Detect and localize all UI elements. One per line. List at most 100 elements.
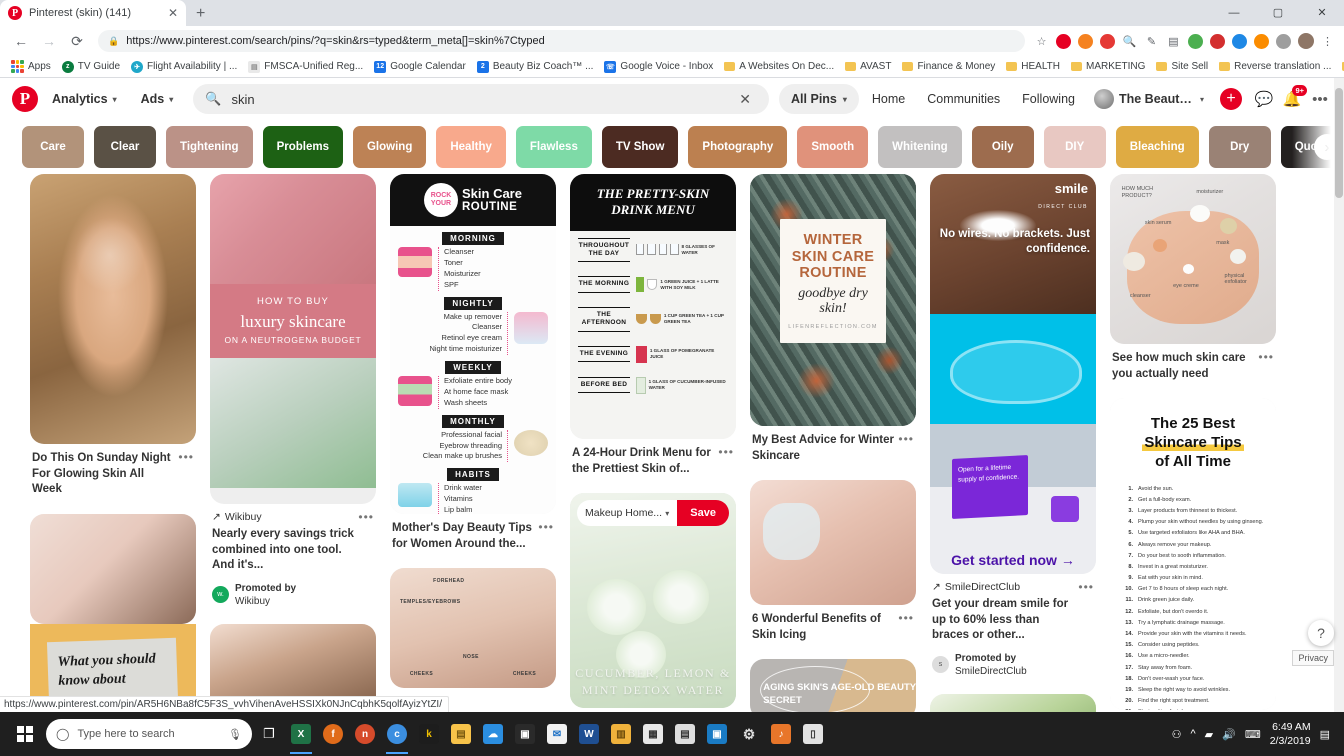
- nav-ads[interactable]: Ads ▾: [131, 85, 184, 113]
- close-window-button[interactable]: ✕: [1300, 0, 1344, 26]
- filter-chip-diy[interactable]: DIY: [1043, 126, 1106, 168]
- maximize-button[interactable]: ▢: [1256, 0, 1300, 26]
- taskbar-app-notes[interactable]: ▥: [606, 714, 636, 754]
- bookmark-tv-guide[interactable]: z TV Guide: [57, 59, 125, 75]
- clear-search-icon[interactable]: ✕: [733, 91, 757, 108]
- pin-options-icon[interactable]: •••: [538, 520, 554, 534]
- pin-options-icon[interactable]: •••: [178, 450, 194, 464]
- bookmark-folder-avast[interactable]: AVAST: [840, 59, 896, 74]
- task-view-button[interactable]: ❐: [254, 714, 284, 754]
- start-button[interactable]: [6, 714, 44, 754]
- notifications-icon[interactable]: 🔔 9+: [1280, 85, 1307, 111]
- keyboard-icon[interactable]: ⌨: [1245, 728, 1261, 741]
- pin-options-icon[interactable]: •••: [898, 611, 914, 625]
- wifi-icon[interactable]: ▰: [1205, 728, 1213, 741]
- pin-image[interactable]: [930, 693, 1096, 712]
- bookmark-folder-reverse-translation[interactable]: Reverse translation ...: [1214, 59, 1336, 74]
- profile-avatar-icon[interactable]: [1297, 33, 1314, 50]
- nav-following[interactable]: Following: [1013, 85, 1084, 113]
- minimize-button[interactable]: —: [1212, 0, 1256, 26]
- filter-chip-flawless[interactable]: Flawless: [515, 126, 592, 168]
- bookmark-folder-site-sell[interactable]: Site Sell: [1151, 59, 1213, 74]
- pin-source[interactable]: ↗ SmileDirectClub: [932, 581, 1094, 593]
- note-extension-icon[interactable]: ▤: [1165, 33, 1182, 50]
- save-button[interactable]: Save: [677, 500, 729, 527]
- pin-image[interactable]: HOW MUCH PRODUCT? moisturizer skin serum…: [1110, 174, 1276, 344]
- blue-extension-icon[interactable]: [1231, 33, 1248, 50]
- pin-image[interactable]: [30, 513, 196, 624]
- pin-card[interactable]: THE PRETTY-SKIN DRINK MENU THROUGHOUT TH…: [570, 174, 736, 477]
- privacy-label[interactable]: Privacy: [1292, 650, 1334, 666]
- pin-card[interactable]: [930, 693, 1096, 712]
- browser-tab[interactable]: P Pinterest (skin) (141) ✕: [0, 0, 186, 26]
- bookmark-google-voice[interactable]: ☏ Google Voice - Inbox: [599, 59, 718, 75]
- filter-chip-clear[interactable]: Clear: [94, 126, 156, 168]
- filter-chip-dry[interactable]: Dry: [1208, 126, 1271, 168]
- pin-options-icon[interactable]: •••: [1078, 580, 1094, 594]
- bookmark-folder-health[interactable]: HEALTH: [1001, 59, 1065, 74]
- taskbar-app-chrome[interactable]: c: [382, 714, 412, 754]
- nav-analytics[interactable]: Analytics ▾: [42, 85, 127, 113]
- pin-card[interactable]: HOW MUCH PRODUCT? moisturizer skin serum…: [1110, 174, 1276, 382]
- nav-communities[interactable]: Communities: [918, 85, 1009, 113]
- shield-extension-icon[interactable]: [1077, 33, 1094, 50]
- taskbar-app-photos[interactable]: ▣: [510, 714, 540, 754]
- tab-close-icon[interactable]: ✕: [168, 7, 178, 19]
- notification-center-icon[interactable]: ▤: [1320, 728, 1330, 741]
- promoted-by-row[interactable]: s Promoted by SmileDirectClub: [932, 652, 1094, 678]
- pen-extension-icon[interactable]: ✎: [1143, 33, 1160, 50]
- filter-chip-healthy[interactable]: Healthy: [436, 126, 506, 168]
- account-menu[interactable]: The Beauty ... ▾: [1088, 84, 1210, 114]
- search-bar[interactable]: 🔍 skin ✕: [193, 84, 770, 114]
- filter-chip-glowing[interactable]: Glowing: [352, 126, 427, 168]
- pin-card[interactable]: The 25 Best Skincare Tips of All Time 1.…: [1110, 398, 1276, 711]
- pin-options-icon[interactable]: •••: [898, 432, 914, 446]
- taskbar-search-box[interactable]: ◯ Type here to search 🎙: [46, 719, 252, 749]
- bookmark-beauty-biz-coach[interactable]: 2 Beauty Biz Coach™ ...: [472, 59, 599, 75]
- all-pins-dropdown[interactable]: All Pins ▾: [779, 84, 859, 114]
- pin-image[interactable]: WINTER SKIN CARE ROUTINE goodbye dry ski…: [750, 174, 916, 426]
- filter-chip-care[interactable]: Care: [22, 126, 84, 168]
- people-icon[interactable]: ⚇: [1172, 728, 1182, 741]
- page-scrollbar[interactable]: [1334, 78, 1344, 712]
- block-extension-icon[interactable]: [1099, 33, 1116, 50]
- pin-options-icon[interactable]: •••: [718, 445, 734, 459]
- messages-icon[interactable]: 💬: [1252, 87, 1276, 111]
- taskbar-clock[interactable]: 6:49 AM 2/3/2019: [1270, 720, 1311, 748]
- filter-chip-tv-show[interactable]: TV Show: [601, 126, 679, 168]
- pin-image[interactable]: FOREHEAD TEMPLES/EYEBROWS NOSE CHEEKS CH…: [390, 568, 556, 689]
- bookmark-folder-finance[interactable]: Finance & Money: [897, 59, 1000, 74]
- taskbar-app-calculator[interactable]: ▦: [638, 714, 668, 754]
- search-input[interactable]: skin: [231, 92, 723, 107]
- pin-card[interactable]: AGING SKIN'S AGE-OLD BEAUTY SECRET: [750, 659, 916, 712]
- taskbar-app-nitro[interactable]: n: [350, 714, 380, 754]
- bookmark-folder-websites[interactable]: A Websites On Dec...: [719, 59, 839, 74]
- taskbar-app-file-explorer[interactable]: ▤: [446, 714, 476, 754]
- filter-chip-photography[interactable]: Photography: [688, 126, 788, 168]
- pin-card[interactable]: [30, 513, 196, 624]
- pin-card[interactable]: WINTER SKIN CARE ROUTINE goodbye dry ski…: [750, 174, 916, 464]
- filter-chip-oily[interactable]: Oily: [971, 126, 1034, 168]
- pin-image[interactable]: For Clear Skin CUCUMBER, LEMON & MINT DE…: [570, 493, 736, 709]
- pin-card[interactable]: FOREHEAD TEMPLES/EYEBROWS NOSE CHEEKS CH…: [390, 568, 556, 689]
- taskbar-app-onedrive[interactable]: ☁: [478, 714, 508, 754]
- taskbar-app-phone[interactable]: ▯: [798, 714, 828, 754]
- save-pin-controls[interactable]: Makeup Home... ▾ Save: [577, 500, 729, 527]
- star-icon[interactable]: ☆: [1033, 33, 1050, 50]
- microphone-icon[interactable]: 🎙: [228, 728, 242, 741]
- bookmark-folder-marketing[interactable]: MARKETING: [1066, 59, 1150, 74]
- back-button[interactable]: ←: [8, 28, 34, 54]
- filter-chip-smooth[interactable]: Smooth: [797, 126, 869, 168]
- chrome-menu-icon[interactable]: ⋮: [1319, 33, 1336, 50]
- promoted-by-row[interactable]: w. Promoted by Wikibuy: [212, 582, 374, 608]
- tray-overflow-chevron-icon[interactable]: ^: [1190, 728, 1195, 740]
- search-extension-icon[interactable]: 🔍: [1121, 33, 1138, 50]
- pinterest-extension-icon[interactable]: [1055, 33, 1072, 50]
- taskbar-app-excel[interactable]: X: [286, 714, 316, 754]
- pin-source[interactable]: ↗ Wikibuy: [212, 511, 374, 523]
- nav-home[interactable]: Home: [863, 85, 914, 113]
- green-extension-icon[interactable]: [1187, 33, 1204, 50]
- pin-image[interactable]: THE PRETTY-SKIN DRINK MENU THROUGHOUT TH…: [570, 174, 736, 439]
- pin-image[interactable]: HOW TO BUY luxury skincare ON A NEUTROGE…: [210, 174, 376, 504]
- bookmark-folder-sweepstakes[interactable]: SEEPSTAKES ENTRIES: [1337, 59, 1344, 74]
